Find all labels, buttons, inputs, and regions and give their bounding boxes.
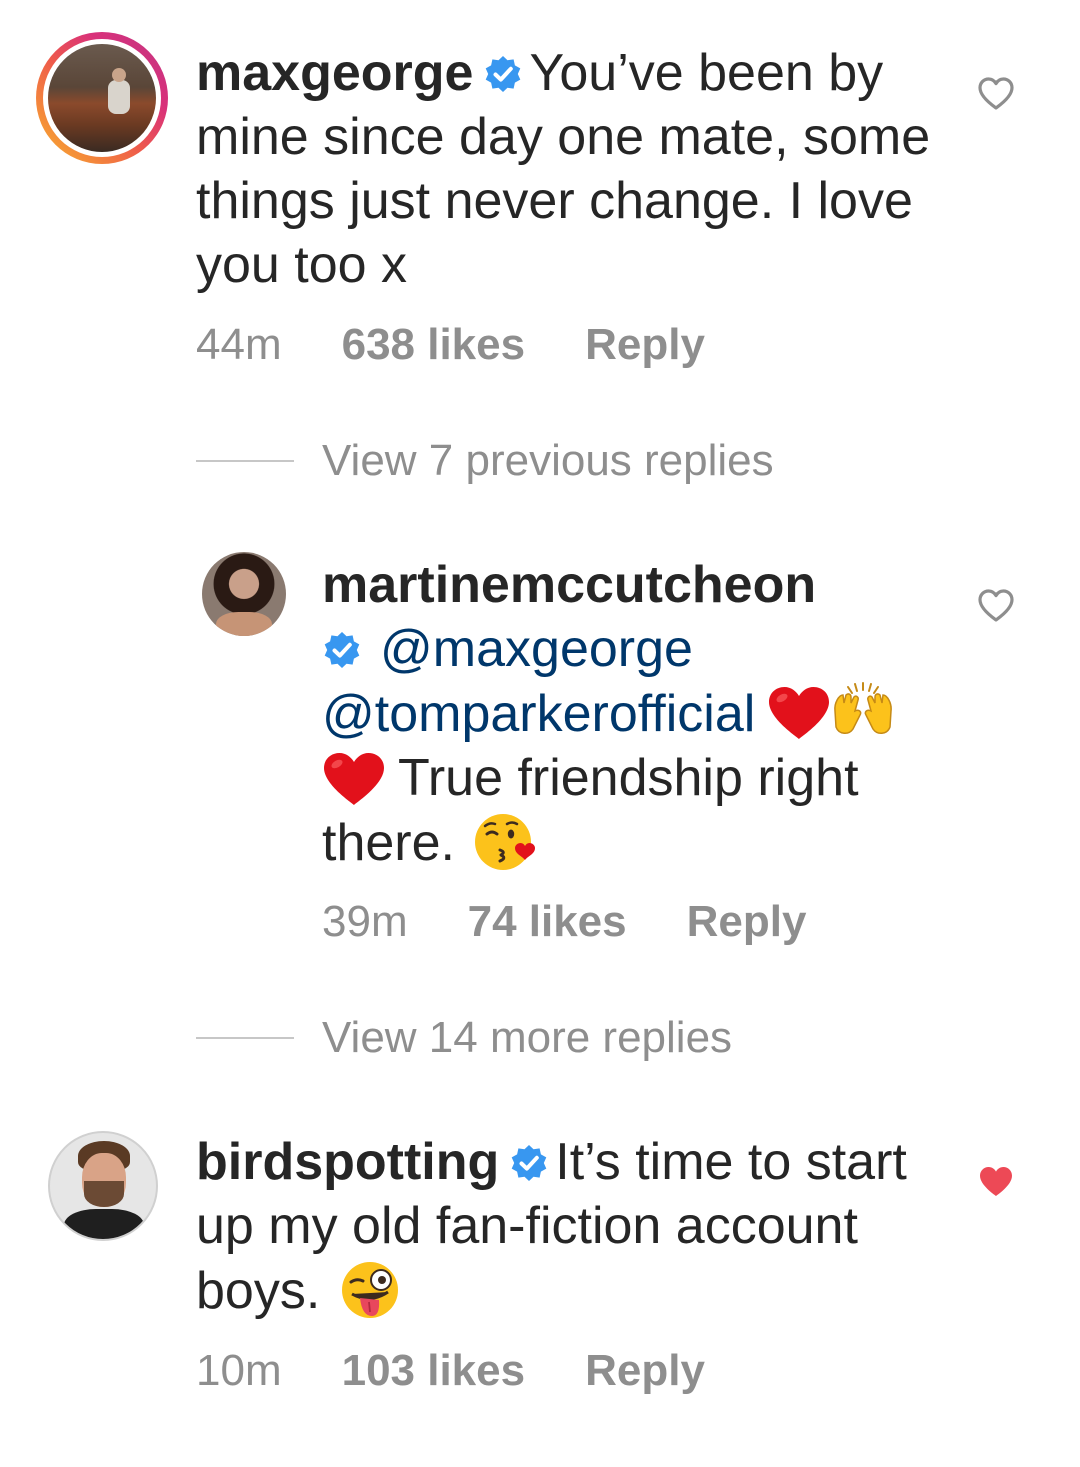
avatar-figure bbox=[108, 80, 130, 114]
heart-outline-icon[interactable] bbox=[976, 74, 1016, 114]
reply-button[interactable]: Reply bbox=[687, 897, 807, 947]
comment-meta: 39m 74 likes Reply bbox=[322, 897, 806, 947]
story-ring-avatar-maxgeorge[interactable] bbox=[36, 32, 168, 164]
comment-username[interactable]: birdspotting bbox=[196, 1133, 499, 1191]
red-heart-emoji bbox=[767, 685, 831, 741]
divider bbox=[196, 460, 294, 462]
reply-button[interactable]: Reply bbox=[585, 320, 705, 370]
winking-tongue-emoji bbox=[338, 1258, 402, 1322]
red-heart-emoji bbox=[322, 751, 386, 807]
view-previous-replies-label: View 7 previous replies bbox=[322, 436, 774, 485]
avatar-martinemccutcheon[interactable] bbox=[202, 552, 286, 636]
avatar bbox=[48, 44, 156, 152]
comment-username[interactable]: martinemccutcheon bbox=[322, 556, 816, 614]
comment-body: maxgeorge You’ve been by mine since day o… bbox=[196, 41, 956, 297]
verified-badge-icon bbox=[483, 54, 523, 94]
heart-filled-icon[interactable] bbox=[976, 1162, 1016, 1202]
comment-username[interactable]: maxgeorge bbox=[196, 44, 473, 102]
comment-likes[interactable]: 103 likes bbox=[342, 1346, 526, 1396]
comment-meta: 44m 638 likes Reply bbox=[196, 320, 705, 370]
reply-button[interactable]: Reply bbox=[585, 1346, 705, 1396]
avatar-shoulders bbox=[216, 612, 272, 636]
mention-link[interactable]: @maxgeorge bbox=[380, 620, 693, 678]
raising-hands-emoji bbox=[831, 681, 895, 737]
avatar-body bbox=[64, 1209, 144, 1239]
view-more-replies[interactable]: View 14 more replies bbox=[196, 1013, 732, 1063]
kissing-face-emoji bbox=[473, 810, 537, 874]
view-more-replies-label: View 14 more replies bbox=[322, 1013, 733, 1062]
heart-outline-icon[interactable] bbox=[976, 586, 1016, 626]
mention-link[interactable]: @tomparkerofficial bbox=[322, 685, 755, 743]
verified-badge-icon bbox=[509, 1143, 549, 1183]
comment-likes[interactable]: 74 likes bbox=[468, 897, 627, 947]
comment-likes[interactable]: 638 likes bbox=[342, 320, 526, 370]
view-previous-replies[interactable]: View 7 previous replies bbox=[196, 436, 774, 486]
comment-body: birdspotting It’s time to start up my old… bbox=[196, 1130, 956, 1323]
avatar-figure-head bbox=[112, 68, 126, 82]
avatar-frame bbox=[43, 39, 161, 157]
comment-time: 10m bbox=[196, 1346, 282, 1395]
divider bbox=[196, 1037, 294, 1039]
comment-time: 39m bbox=[322, 897, 408, 946]
verified-badge-icon bbox=[322, 630, 362, 670]
comment-time: 44m bbox=[196, 320, 282, 369]
comment-text: True friendship right there. bbox=[322, 749, 859, 872]
comment-meta: 10m 103 likes Reply bbox=[196, 1346, 705, 1396]
comment-body: martinemccutcheon @maxgeorge @tomparkero… bbox=[322, 553, 962, 875]
avatar-beard bbox=[84, 1181, 124, 1207]
avatar-birdspotting[interactable] bbox=[48, 1131, 158, 1241]
